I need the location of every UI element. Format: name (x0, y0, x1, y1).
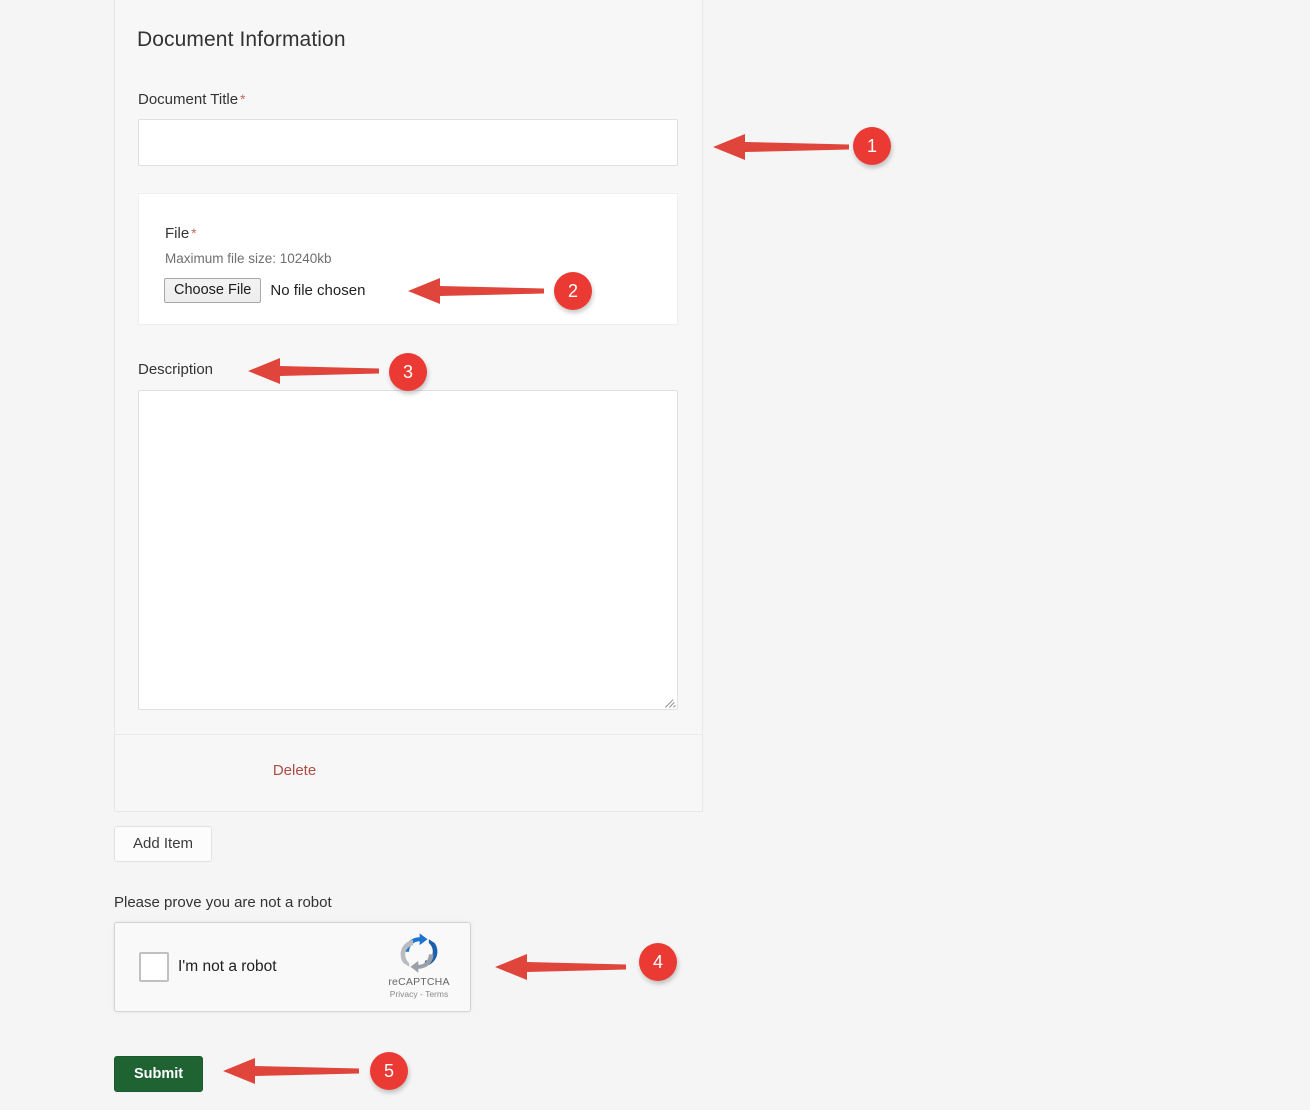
file-input-row[interactable]: Choose File No file chosen (164, 278, 365, 303)
file-label: File * (165, 225, 197, 242)
document-title-label-text: Document Title (138, 91, 239, 108)
add-item-button[interactable]: Add Item (114, 826, 213, 862)
annotation-arrow-4 (495, 954, 626, 980)
choose-file-button[interactable]: Choose File (164, 278, 262, 303)
recaptcha-checkbox[interactable] (139, 952, 169, 982)
required-asterisk-icon: * (191, 225, 197, 241)
annotation-arrow-5 (223, 1058, 359, 1084)
captcha-prompt: Please prove you are not a robot (114, 894, 332, 911)
divider (114, 734, 702, 735)
document-title-label: Document Title * (138, 91, 246, 108)
description-textarea[interactable] (138, 390, 678, 710)
document-title-input[interactable] (138, 119, 678, 166)
annotation-badge-1: 1 (853, 127, 891, 165)
file-upload-card: File * Maximum file size: 10240kb Choose … (138, 193, 678, 325)
page-title: Document Information (137, 28, 346, 51)
selected-file-name: No file chosen (270, 282, 366, 299)
recaptcha-widget[interactable]: I'm not a robot reCAPTCHA Privacy - Term… (114, 922, 471, 1012)
recaptcha-legal-links[interactable]: Privacy - Terms (378, 989, 460, 1000)
file-label-text: File (165, 225, 190, 242)
delete-item-link[interactable]: Delete (0, 762, 589, 779)
recaptcha-logo-icon (400, 933, 438, 973)
annotation-badge-5: 5 (370, 1052, 408, 1090)
recaptcha-brand-name: reCAPTCHA (388, 976, 450, 988)
annotation-arrow-1 (713, 134, 849, 160)
recaptcha-checkbox-label: I'm not a robot (178, 958, 277, 975)
description-label: Description (138, 361, 214, 378)
file-max-size-hint: Maximum file size: 10240kb (165, 251, 332, 266)
annotation-badge-4: 4 (639, 943, 677, 981)
submit-button[interactable]: Submit (114, 1056, 204, 1092)
recaptcha-branding: reCAPTCHA Privacy - Terms (378, 932, 460, 1000)
required-asterisk-icon: * (240, 91, 246, 107)
